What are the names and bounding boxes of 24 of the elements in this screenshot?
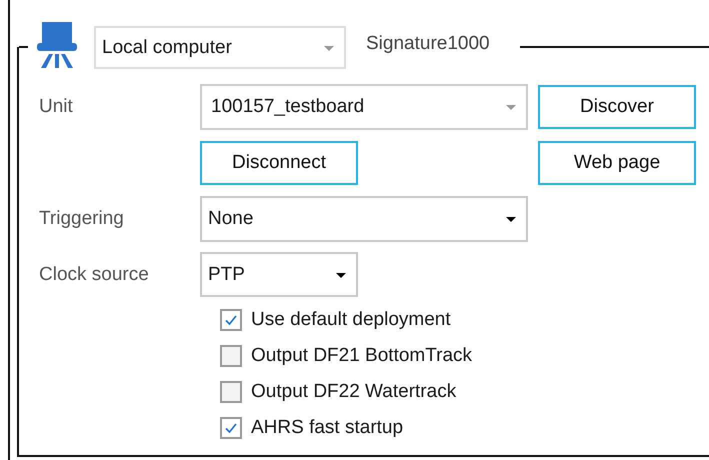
device-icon [34,22,80,68]
checkbox-label: Use default deployment [251,309,451,331]
checkbox-label: AHRS fast startup [251,417,404,439]
web-page-button[interactable]: Web page [538,141,696,185]
device-name: Signature1000 [366,33,490,55]
checkbox[interactable] [220,309,242,331]
unit-label: Unit [39,96,74,118]
disconnect-button[interactable]: Disconnect [200,141,358,185]
source-dropdown[interactable]: Local computer [94,26,346,69]
dropdown-arrow-icon [506,105,516,110]
checkbox[interactable] [220,345,242,367]
unit-dropdown[interactable]: 100157_testboard [200,84,528,130]
clock-source-dropdown[interactable]: PTP [200,252,358,297]
checkbox-label: Output DF22 Watertrack [251,381,456,403]
checkbox[interactable] [220,381,242,403]
checkbox[interactable] [220,417,242,439]
clock-source-label: Clock source [39,264,150,286]
checkbox-label: Output DF21 BottomTrack [251,345,472,367]
dropdown-arrow-icon [336,272,346,278]
dropdown-arrow-icon [324,46,334,50]
dropdown-arrow-icon [506,217,516,222]
triggering-dropdown[interactable]: None [200,196,528,242]
triggering-label: Triggering [39,208,125,230]
discover-button[interactable]: Discover [538,85,696,129]
